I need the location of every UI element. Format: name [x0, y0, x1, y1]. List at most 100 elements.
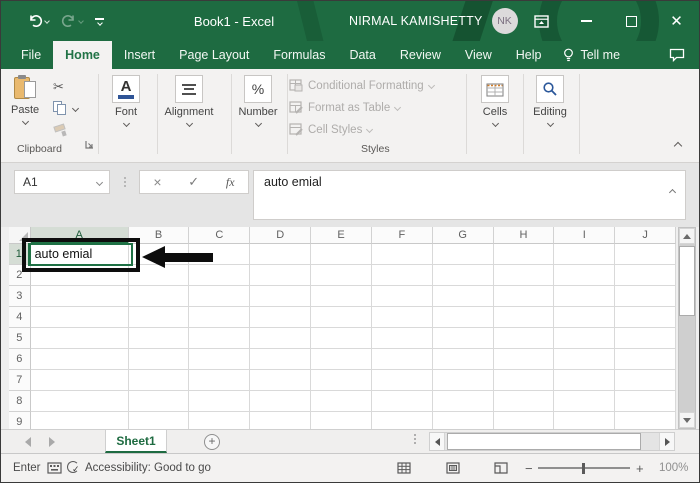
copy-button[interactable] [53, 97, 93, 119]
cell-F1[interactable] [371, 244, 433, 265]
tab-review[interactable]: Review [388, 41, 453, 69]
cell-A1[interactable]: auto emial [30, 244, 129, 265]
cell-B4[interactable] [128, 307, 190, 328]
cell-J7[interactable] [615, 370, 676, 391]
clipboard-dialog-launcher[interactable] [85, 136, 94, 154]
cell-G2[interactable] [432, 265, 494, 286]
cell-H7[interactable] [493, 370, 555, 391]
zoom-slider[interactable] [538, 454, 630, 482]
accessibility-status[interactable]: Accessibility: Good to go [85, 454, 211, 482]
cell-H3[interactable] [493, 286, 555, 307]
cell-C7[interactable] [189, 370, 251, 391]
cell-J3[interactable] [615, 286, 676, 307]
select-all-button[interactable] [9, 227, 31, 244]
cell-A9[interactable] [30, 412, 129, 429]
cell-E9[interactable] [311, 412, 372, 429]
cell-F2[interactable] [371, 265, 433, 286]
cell-H1[interactable] [493, 244, 555, 265]
sheet-bar-resizer[interactable] [414, 434, 416, 444]
cell-H4[interactable] [493, 307, 555, 328]
cell-G7[interactable] [432, 370, 494, 391]
cut-button[interactable]: ✂ [53, 77, 93, 97]
cell-D1[interactable] [250, 244, 312, 265]
cell-I4[interactable] [554, 307, 616, 328]
cell-F7[interactable] [371, 370, 433, 391]
cell-D5[interactable] [250, 328, 312, 349]
row-header-7[interactable]: 7 [9, 370, 31, 391]
cell-G5[interactable] [432, 328, 494, 349]
cell-F6[interactable] [371, 349, 433, 370]
cell-G6[interactable] [432, 349, 494, 370]
cell-C4[interactable] [189, 307, 251, 328]
accessibility-checker-button[interactable]: ✓ [67, 454, 81, 482]
cells-group-button[interactable]: Cells [473, 75, 517, 128]
cell-A7[interactable] [30, 370, 129, 391]
formula-input[interactable]: auto emial [253, 170, 686, 220]
cell-E8[interactable] [311, 391, 372, 412]
redo-dropdown-icon[interactable] [78, 18, 84, 24]
row-header-2[interactable]: 2 [9, 265, 31, 286]
cell-D6[interactable] [250, 349, 312, 370]
cell-B5[interactable] [128, 328, 190, 349]
column-header-B[interactable]: B [128, 227, 190, 244]
scroll-down-button[interactable] [679, 412, 695, 428]
tab-insert[interactable]: Insert [112, 41, 167, 69]
tab-formulas[interactable]: Formulas [261, 41, 337, 69]
name-box[interactable]: A1 [14, 170, 110, 194]
zoom-in-button[interactable]: + [636, 454, 644, 482]
cell-H2[interactable] [493, 265, 555, 286]
customize-qat-button[interactable] [95, 17, 104, 26]
copy-dropdown-icon[interactable] [71, 104, 80, 112]
page-layout-view-button[interactable] [446, 454, 460, 482]
scroll-left-button[interactable] [430, 433, 445, 450]
cell-D9[interactable] [250, 412, 312, 429]
tab-help[interactable]: Help [504, 41, 554, 69]
normal-view-button[interactable] [397, 454, 411, 482]
cell-G3[interactable] [432, 286, 494, 307]
cell-J2[interactable] [615, 265, 676, 286]
cell-C6[interactable] [189, 349, 251, 370]
row-header-4[interactable]: 4 [9, 307, 31, 328]
row-header-5[interactable]: 5 [9, 328, 31, 349]
cell-I1[interactable] [554, 244, 616, 265]
scroll-up-button[interactable] [679, 228, 695, 244]
undo-button[interactable] [27, 14, 50, 28]
cancel-button[interactable]: × [153, 174, 161, 190]
horizontal-scrollbar[interactable] [429, 432, 675, 451]
cell-I7[interactable] [554, 370, 616, 391]
redo-button[interactable] [61, 14, 84, 28]
row-header-9[interactable]: 9 [9, 412, 31, 429]
column-header-I[interactable]: I [554, 227, 616, 244]
sheet-tab-sheet1[interactable]: Sheet1 [105, 430, 167, 453]
insert-function-button[interactable]: fx [226, 175, 235, 190]
cell-E2[interactable] [311, 265, 372, 286]
column-header-E[interactable]: E [311, 227, 372, 244]
cell-C8[interactable] [189, 391, 251, 412]
cell-E4[interactable] [311, 307, 372, 328]
previous-sheet-button[interactable] [25, 436, 31, 447]
column-header-D[interactable]: D [250, 227, 312, 244]
cell-C3[interactable] [189, 286, 251, 307]
account-area[interactable]: NIRMAL KAMISHETTY NK [349, 1, 518, 41]
cell-A2[interactable] [30, 265, 129, 286]
minimize-button[interactable] [564, 1, 609, 41]
font-dropdown-icon[interactable] [122, 119, 130, 128]
cell-A4[interactable] [30, 307, 129, 328]
zoom-slider-thumb[interactable] [582, 462, 585, 474]
cell-E3[interactable] [311, 286, 372, 307]
tab-page-layout[interactable]: Page Layout [167, 41, 261, 69]
font-group-button[interactable]: A Font [105, 75, 147, 128]
cell-D3[interactable] [250, 286, 312, 307]
cell-F5[interactable] [371, 328, 433, 349]
row-header-6[interactable]: 6 [9, 349, 31, 370]
cell-D7[interactable] [250, 370, 312, 391]
cell-G1[interactable] [432, 244, 494, 265]
cell-J4[interactable] [615, 307, 676, 328]
horizontal-scrollbar-thumb[interactable] [447, 433, 641, 450]
cell-J6[interactable] [615, 349, 676, 370]
column-header-J[interactable]: J [615, 227, 676, 244]
cell-A6[interactable] [30, 349, 129, 370]
cell-J8[interactable] [615, 391, 676, 412]
cell-B3[interactable] [128, 286, 190, 307]
cells-dropdown-icon[interactable] [491, 119, 499, 128]
